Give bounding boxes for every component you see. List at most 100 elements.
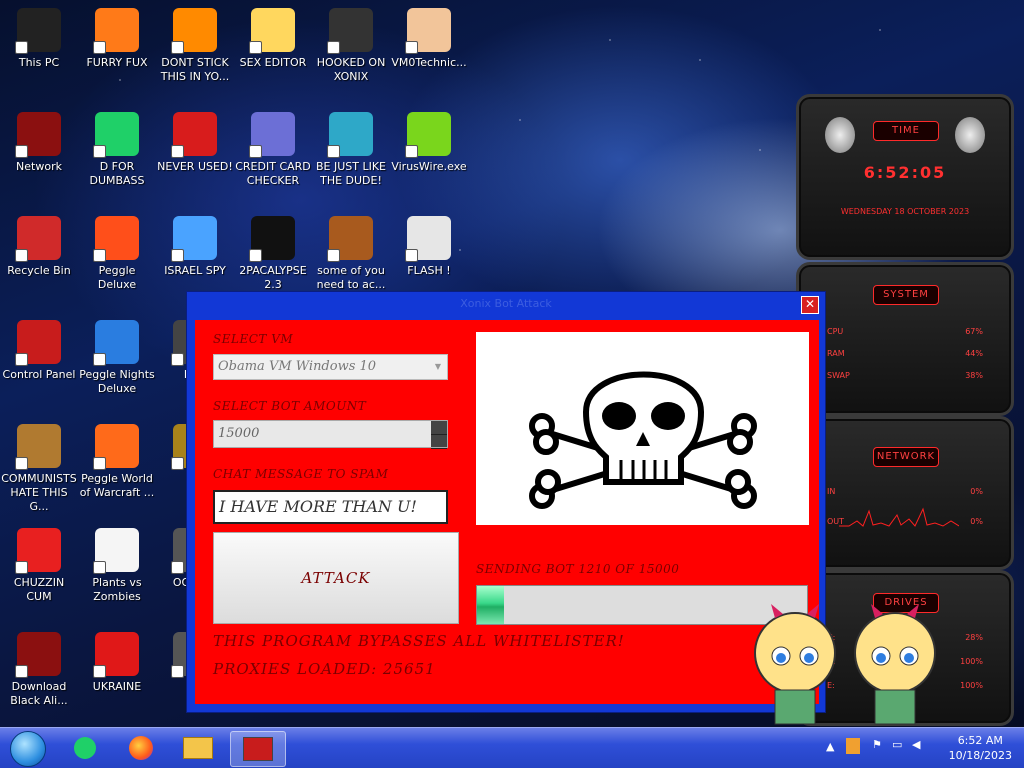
desktop-icon-label: Plants vs Zombies	[92, 576, 142, 603]
desktop-icon[interactable]: Plants vs Zombies	[78, 528, 156, 604]
taskbar-firefox-button[interactable]	[118, 731, 164, 765]
desktop-icon[interactable]: VM0Technic...	[390, 8, 468, 70]
desktop-icon[interactable]: CREDIT CARD CHECKER	[234, 112, 312, 188]
desktop-icon[interactable]: DONT STICK THIS IN YO...	[156, 8, 234, 84]
desktop-icon-label: CREDIT CARD CHECKER	[235, 160, 311, 187]
shortcut-arrow-icon	[93, 249, 106, 262]
widget-row-value: 100%	[960, 681, 983, 690]
desktop-icon[interactable]: This PC	[0, 8, 78, 70]
desktop-icon-label: VM0Technic...	[391, 56, 467, 69]
start-orb-icon[interactable]	[10, 731, 46, 767]
chat-message-input[interactable]: I HAVE MORE THAN U!	[213, 490, 448, 524]
clock-time: 6:52 AM	[957, 734, 1003, 747]
shortcut-arrow-icon	[171, 249, 184, 262]
shortcut-arrow-icon	[93, 353, 106, 366]
taskbar-app-button[interactable]	[230, 731, 286, 767]
stepper-up-button[interactable]	[431, 421, 447, 435]
widget-row-label: IN	[827, 487, 836, 496]
desktop-icon-label: D FOR DUMBASS	[89, 160, 145, 187]
taskbar-clock[interactable]: 6:52 AM 10/18/2023	[949, 733, 1012, 763]
desktop-icon[interactable]: Control Panel	[0, 320, 78, 382]
network-tray-icon[interactable]: ▭	[892, 738, 902, 751]
desktop-icon[interactable]: FLASH !	[390, 216, 468, 278]
taskbar-dictionary-button[interactable]	[62, 731, 108, 765]
firefox-icon	[129, 736, 153, 760]
desktop-icon[interactable]: ISRAEL SPY	[156, 216, 234, 278]
desktop-icon[interactable]: HOOKED ON XONIX	[312, 8, 390, 84]
desktop-icon[interactable]: some of you need to ac...	[312, 216, 390, 292]
desktop-icon-label: UKRAINE	[92, 680, 142, 693]
select-vm-label: SELECT VM	[213, 332, 294, 346]
desktop-icon-label: NEVER USED!	[157, 160, 233, 173]
shortcut-arrow-icon	[327, 249, 340, 262]
taskbar: ▲ ⚑ ▭ ◀ 6:52 AM 10/18/2023	[0, 727, 1024, 768]
desktop-icon[interactable]: Network	[0, 112, 78, 174]
desktop-icon-label: Recycle Bin	[7, 264, 71, 277]
desktop-icon-label: Control Panel	[2, 368, 76, 381]
desktop-icon[interactable]: COMMUNISTS HATE THIS G...	[0, 424, 78, 514]
dictionary-icon	[74, 737, 96, 759]
app-window: Xonix Bot Attack ✕ SELECT VM Obama VM Wi…	[186, 291, 826, 713]
chuzzle-icon	[15, 528, 61, 574]
shortcut-arrow-icon	[405, 145, 418, 158]
money-bag-icon	[15, 424, 61, 470]
tray-app-icon[interactable]	[846, 738, 860, 754]
shortcut-arrow-icon	[249, 145, 262, 158]
desktop-icon[interactable]: 2PACALYPSE 2.3	[234, 216, 312, 292]
desktop-icon-label: Download Black Ali...	[10, 680, 68, 707]
shortcut-arrow-icon	[15, 41, 28, 54]
desktop-icon-label: HOOKED ON XONIX	[316, 56, 386, 83]
firefox-icon	[93, 8, 139, 54]
cartoon-characters	[754, 604, 936, 725]
title-bar[interactable]: Xonix Bot Attack ✕	[187, 292, 825, 316]
desktop-icon[interactable]: SEX EDITOR	[234, 8, 312, 70]
desktop-icon[interactable]: VirusWire.exe	[390, 112, 468, 174]
shortcut-arrow-icon	[327, 41, 340, 54]
tray-expand-icon[interactable]: ▲	[826, 740, 834, 753]
widget-row-value: 28%	[965, 633, 983, 642]
desktop-icon-label: DONT STICK THIS IN YO...	[160, 56, 230, 83]
doctor-icon	[405, 8, 451, 54]
desktop-icon[interactable]: BE JUST LIKE THE DUDE!	[312, 112, 390, 188]
desktop-icon-label: This PC	[18, 56, 60, 69]
desktop-icon[interactable]: FURRY FUX	[78, 8, 156, 70]
attack-button[interactable]: ATTACK	[213, 532, 459, 624]
volume-icon[interactable]: ◀	[912, 738, 920, 751]
shortcut-arrow-icon	[249, 41, 262, 54]
network-graph	[839, 507, 959, 527]
stepper-buttons[interactable]	[431, 421, 447, 449]
radiation-icon	[93, 632, 139, 678]
widget-row-label: RAM	[827, 349, 845, 358]
bot-amount-stepper[interactable]: 15000	[213, 420, 448, 449]
desktop-icon[interactable]: NEVER USED!	[156, 112, 234, 174]
desktop-icon[interactable]: CHUZZIN CUM	[0, 528, 78, 604]
desktop-icon[interactable]: UKRAINE	[78, 632, 156, 694]
desktop-icon[interactable]: Peggle Deluxe	[78, 216, 156, 292]
shortcut-arrow-icon	[15, 145, 28, 158]
stepper-down-button[interactable]	[431, 435, 447, 449]
shortcut-arrow-icon	[327, 145, 340, 158]
credit-card-icon	[249, 112, 295, 158]
desktop-icon[interactable]: Recycle Bin	[0, 216, 78, 278]
widget-title: SYSTEM	[873, 285, 939, 305]
desktop-icon[interactable]: D FOR DUMBASS	[78, 112, 156, 188]
chat-message-label: CHAT MESSAGE TO SPAM	[213, 467, 389, 481]
shortcut-arrow-icon	[15, 561, 28, 574]
taskbar-explorer-button[interactable]	[175, 731, 221, 765]
window-title: Xonix Bot Attack	[460, 297, 552, 310]
close-button[interactable]: ✕	[801, 296, 819, 314]
peggle-wow-icon	[93, 424, 139, 470]
plants-vs-zombies-icon	[93, 528, 139, 574]
desktop-icon[interactable]: Peggle Nights Deluxe	[78, 320, 156, 396]
widget-row-value: 38%	[965, 371, 983, 380]
trash-bin-icon	[15, 216, 61, 262]
desktop-icon-label: SEX EDITOR	[239, 56, 307, 69]
flag-icon[interactable]: ⚑	[872, 738, 882, 751]
desktop-icon[interactable]: Download Black Ali...	[0, 632, 78, 708]
peggle-icon	[93, 216, 139, 262]
widget-row-label: CPU	[827, 327, 844, 336]
widget-row: IN 0%	[827, 487, 983, 496]
desktop-icon[interactable]: Peggle World of Warcraft ...	[78, 424, 156, 500]
vm-select[interactable]: Obama VM Windows 10 ▼	[213, 354, 448, 380]
widget-row-value: 44%	[965, 349, 983, 358]
